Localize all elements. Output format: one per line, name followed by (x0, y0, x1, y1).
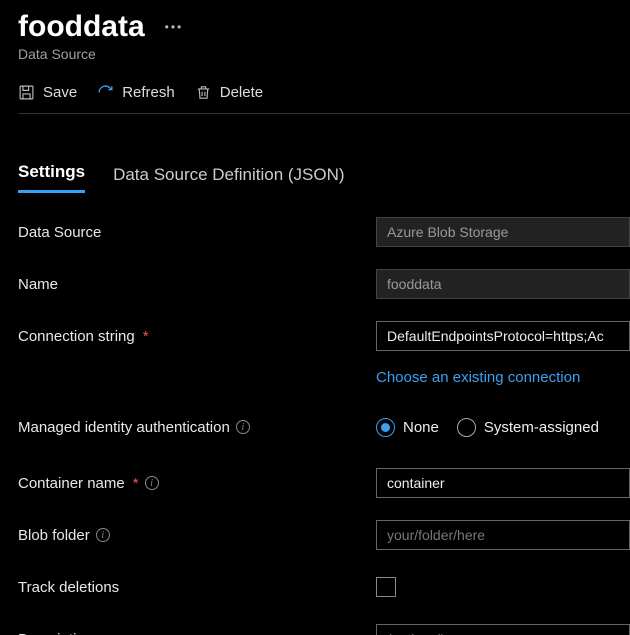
connection-string-input[interactable] (376, 321, 630, 351)
name-input (376, 269, 630, 299)
choose-connection-link[interactable]: Choose an existing connection (376, 369, 580, 386)
save-label: Save (43, 84, 77, 101)
tabs: Settings Data Source Definition (JSON) (18, 162, 630, 193)
container-name-input[interactable] (376, 468, 630, 498)
data-source-input (376, 217, 630, 247)
track-deletions-label: Track deletions (18, 579, 119, 596)
radio-system-label: System-assigned (484, 419, 599, 436)
page-title: fooddata (18, 10, 145, 44)
description-label: Description (18, 631, 93, 635)
radio-system-assigned[interactable]: System-assigned (457, 418, 599, 437)
data-source-label: Data Source (18, 224, 101, 241)
radio-none-label: None (403, 419, 439, 436)
info-icon[interactable]: i (236, 420, 250, 434)
info-icon[interactable]: i (96, 528, 110, 542)
required-indicator: * (143, 328, 149, 345)
blob-folder-label: Blob folder (18, 527, 90, 544)
page-subtitle: Data Source (18, 46, 630, 62)
container-name-label: Container name (18, 475, 125, 492)
radio-icon (457, 418, 476, 437)
info-icon[interactable]: i (145, 476, 159, 490)
refresh-button[interactable]: Refresh (97, 84, 175, 101)
radio-none[interactable]: None (376, 418, 439, 437)
refresh-icon (97, 84, 114, 101)
managed-identity-label: Managed identity authentication (18, 419, 230, 436)
save-button[interactable]: Save (18, 84, 77, 101)
connection-string-label: Connection string (18, 328, 135, 345)
required-indicator: * (133, 475, 139, 492)
blob-folder-input[interactable] (376, 520, 630, 550)
track-deletions-checkbox[interactable] (376, 577, 396, 597)
save-icon (18, 84, 35, 101)
description-input[interactable] (376, 624, 630, 635)
delete-label: Delete (220, 84, 263, 101)
refresh-label: Refresh (122, 84, 175, 101)
toolbar: Save Refresh Delete (18, 84, 630, 114)
delete-button[interactable]: Delete (195, 84, 263, 101)
trash-icon (195, 84, 212, 101)
radio-icon (376, 418, 395, 437)
name-label: Name (18, 276, 58, 293)
more-actions-icon[interactable]: ••• (165, 20, 184, 34)
tab-settings[interactable]: Settings (18, 162, 85, 193)
tab-json[interactable]: Data Source Definition (JSON) (113, 165, 344, 193)
